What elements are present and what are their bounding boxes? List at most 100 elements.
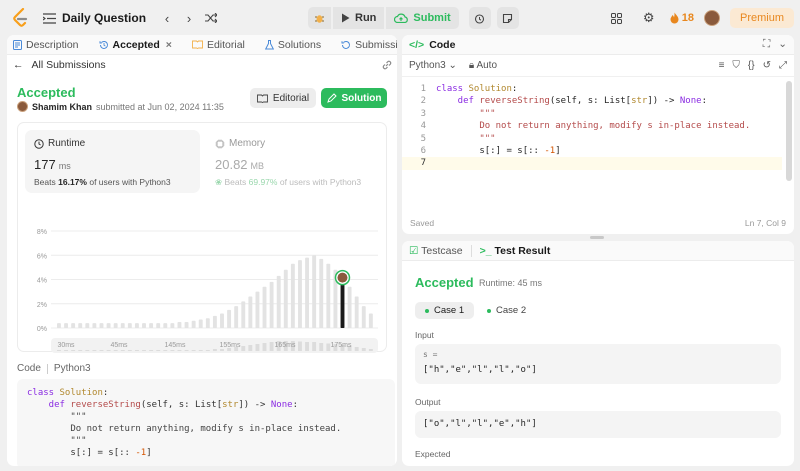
chevron-left-icon[interactable]: ‹: [156, 7, 178, 29]
notes-button[interactable]: [496, 7, 519, 29]
input-box[interactable]: s = ["h","e","l","l","o"]: [415, 344, 781, 384]
line-number: 6: [420, 146, 426, 156]
timer-button[interactable]: [468, 7, 491, 29]
chart-bar: [305, 257, 310, 328]
overview-bar: [184, 350, 189, 351]
auto-mode-toggle[interactable]: 🔒︎ Auto: [469, 60, 497, 71]
chart-bar: [170, 323, 175, 328]
chart-bar: [283, 269, 288, 328]
bookmark-icon[interactable]: ⛉: [732, 60, 740, 71]
overview-bar: [99, 350, 104, 351]
premium-button[interactable]: Premium: [729, 8, 794, 28]
maximize-icon[interactable]: ⛶: [763, 38, 770, 51]
gear-icon[interactable]: ⚙: [638, 7, 660, 29]
overview-bar: [134, 350, 139, 351]
avatar[interactable]: [703, 10, 720, 26]
code-editor[interactable]: 1 class Solution: 2 def reverseString(self…: [402, 81, 794, 211]
result-runtime: Runtime: 45 ms: [479, 278, 543, 288]
chart-bar: [227, 309, 232, 328]
tab-editorial[interactable]: Editorial: [191, 39, 245, 51]
line-number: 7: [420, 158, 426, 169]
code-token: :: [102, 388, 109, 398]
output-value: ["o","l","l","e","h"]: [423, 419, 537, 429]
tab-submissions[interactable]: Submissions: [341, 39, 397, 51]
layout-grid-icon[interactable]: [606, 7, 628, 29]
chart-bar: [312, 255, 317, 328]
format-icon[interactable]: ≡: [719, 60, 725, 71]
submitted-code-block[interactable]: class Solution: def reverseString(self, …: [17, 379, 395, 466]
tab-accepted[interactable]: Accepted ×: [99, 39, 172, 51]
editorial-button[interactable]: Editorial: [250, 88, 316, 108]
submitter-name[interactable]: Shamim Khan: [32, 102, 92, 112]
code-token: Solution: [59, 388, 103, 398]
tab-description[interactable]: Description: [13, 39, 79, 51]
save-status: Saved: [410, 218, 435, 228]
runtime-box[interactable]: Runtime 177 ms Beats 16.17% of users with…: [25, 130, 200, 193]
reset-icon[interactable]: ↺: [763, 60, 771, 71]
collapse-icon[interactable]: ⌄: [778, 38, 787, 51]
code-token: reverseString: [70, 400, 141, 410]
overview-bar: [198, 350, 203, 351]
link-icon[interactable]: [381, 59, 393, 71]
editor-scrollbar[interactable]: [786, 81, 792, 181]
language-select[interactable]: Python3 ⌄: [409, 60, 457, 71]
case-2-tab[interactable]: Case 2: [477, 302, 536, 319]
editor-line: 4 Do not return anything, modify s in-pl…: [402, 120, 782, 132]
history-icon: [99, 40, 108, 49]
streak-counter[interactable]: 18: [670, 12, 694, 24]
chart-bar: [319, 258, 324, 328]
panel-resize-handle[interactable]: [590, 236, 604, 239]
daily-question-title[interactable]: Daily Question: [62, 11, 146, 25]
terminal-icon: >_: [479, 244, 492, 257]
chart-bar: [290, 263, 295, 328]
tab-testcase[interactable]: ☑ Testcase: [409, 245, 463, 257]
tab-test-result[interactable]: >_ Test Result: [480, 245, 551, 257]
submit-button[interactable]: Submit: [386, 7, 459, 29]
chart-bar: [347, 286, 352, 328]
overview-bar: [127, 350, 132, 351]
memory-header[interactable]: Memory: [215, 138, 265, 149]
fullscreen-icon[interactable]: ⤢: [779, 60, 787, 71]
x-tick-label: 45ms: [110, 342, 128, 349]
overview-bar: [368, 349, 373, 351]
overview-bar: [319, 343, 324, 351]
case-1-tab[interactable]: Case 1: [415, 302, 475, 319]
debug-button[interactable]: [308, 7, 331, 29]
run-button[interactable]: Run: [333, 7, 385, 29]
pass-dot-icon: [487, 308, 491, 313]
tab-solutions[interactable]: Solutions: [264, 39, 321, 51]
output-box[interactable]: ["o","l","l","e","h"]: [415, 411, 781, 438]
chart-bar: [142, 323, 146, 328]
chevron-right-icon[interactable]: ›: [178, 7, 200, 29]
editor-toolbar: Python3 ⌄ 🔒︎ Auto ≡ ⛉ {} ↺ ⤢: [402, 55, 794, 77]
submission-panel: Description Accepted × Editorial Solutio…: [7, 35, 397, 466]
cloud-upload-icon: [394, 13, 409, 23]
close-icon[interactable]: ×: [166, 39, 172, 51]
chart-bar: [78, 323, 83, 328]
x-tick-label: 155ms: [219, 342, 241, 349]
code-line: """: [27, 411, 385, 423]
overview-bar: [170, 350, 175, 351]
braces-icon[interactable]: {}: [748, 60, 755, 71]
runtime-distribution-chart[interactable]: 8% 6% 4% 2% 0% 30ms 45ms 145ms 155ms 165ms 175ms: [18, 228, 388, 353]
leetcode-logo-icon[interactable]: [12, 8, 30, 28]
shuffle-icon[interactable]: [200, 7, 222, 29]
overview-bar: [248, 345, 253, 351]
all-submissions-link[interactable]: All Submissions: [32, 59, 106, 71]
overview-bar: [191, 350, 196, 351]
code-token: :: [511, 84, 518, 94]
avatar[interactable]: [17, 101, 28, 112]
problem-list-icon[interactable]: [38, 7, 60, 29]
overview-bar: [78, 350, 83, 351]
chart-bar: [92, 323, 97, 328]
code-token: (self, s:: [140, 400, 195, 410]
overview-bar: [163, 350, 168, 351]
editor-line: 3 """: [402, 108, 782, 120]
code-token: s[:] = s[::: [436, 146, 545, 156]
chart-bar: [262, 286, 267, 328]
arrow-left-icon[interactable]: ←: [13, 59, 24, 71]
editor-window-controls: ⛶ ⌄: [763, 38, 787, 51]
solution-button[interactable]: Solution: [321, 88, 387, 108]
code-token: def: [27, 400, 71, 410]
code-token: :: [292, 400, 298, 410]
